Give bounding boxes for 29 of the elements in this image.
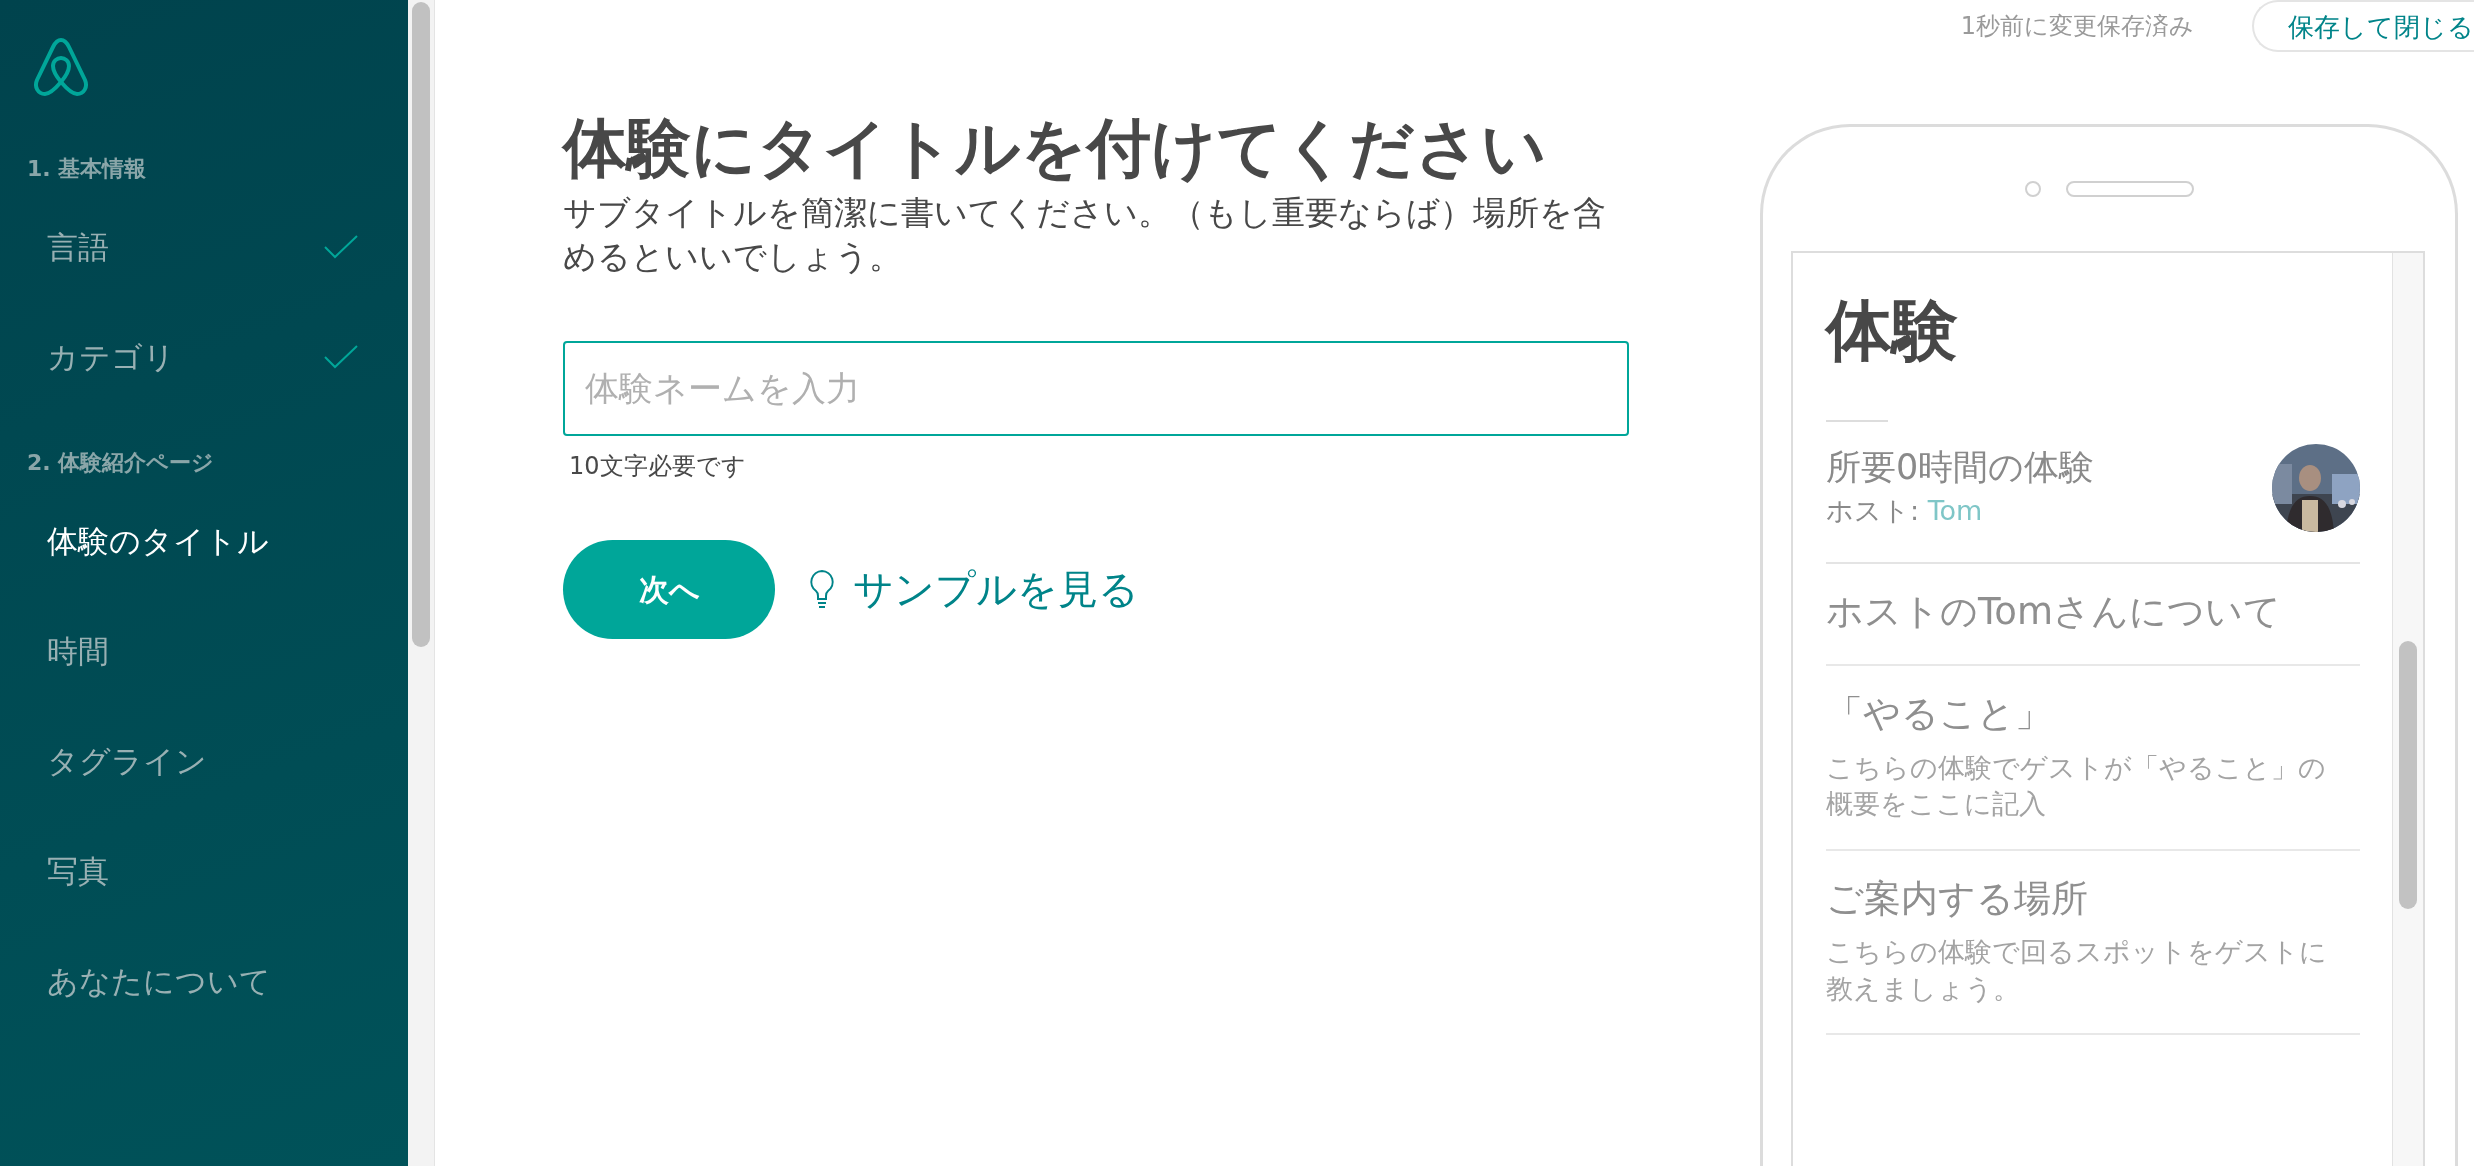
- sidebar-item[interactable]: 体験のタイトル: [47, 517, 269, 565]
- scrollbar[interactable]: [2392, 253, 2423, 1166]
- scrollbar[interactable]: [408, 0, 435, 1166]
- host-text: ホスト: Tom: [1826, 493, 1984, 528]
- sample-link[interactable]: サンプルを見る: [809, 559, 1139, 620]
- input-field[interactable]: 体験ネームを入力: [563, 340, 1629, 436]
- camera-dot: [2024, 181, 2041, 197]
- sidebar-item[interactable]: あなたについて: [47, 957, 271, 1005]
- section-heading: 2. 体験紹介ページ: [26, 452, 216, 474]
- section-heading: 1. 基本情報: [26, 158, 148, 180]
- sidebar-item[interactable]: 言語: [47, 223, 109, 271]
- section-description: こちらの体験で回るスポットをゲストに教えましょう。: [1826, 935, 2328, 1006]
- sidebar-item[interactable]: 時間: [47, 627, 109, 675]
- section-title: 「やること」: [1826, 691, 2053, 737]
- section-title: ご案内する場所: [1826, 875, 2089, 922]
- save-close-button[interactable]: 保存して閉じる: [2252, 0, 2474, 52]
- save-status: 1秒前に変更保存済み: [1960, 11, 2194, 42]
- lightbulb-icon: [809, 569, 835, 610]
- sidebar-item[interactable]: 写真: [47, 847, 109, 895]
- preview-title: 体験: [1826, 291, 1959, 371]
- duration-text: 所要0時間の体験: [1826, 446, 2095, 490]
- next-button[interactable]: 次へ: [563, 539, 775, 639]
- hint-text: 10文字必要です: [569, 450, 747, 482]
- section-description: こちらの体験でゲストが「やること」の概要をここに記入: [1826, 750, 2327, 822]
- page-heading: 体験にタイトルを付けてください: [563, 110, 1548, 187]
- section-title: ホストのTomさんについて: [1826, 589, 2282, 636]
- sidebar-item[interactable]: カテゴリ: [47, 333, 175, 381]
- subtitle: サブタイトルを簡潔に書いてください。（もし重要ならば）場所を含めるといいでしょう。: [563, 191, 1607, 278]
- sidebar-item[interactable]: タグライン: [47, 737, 207, 785]
